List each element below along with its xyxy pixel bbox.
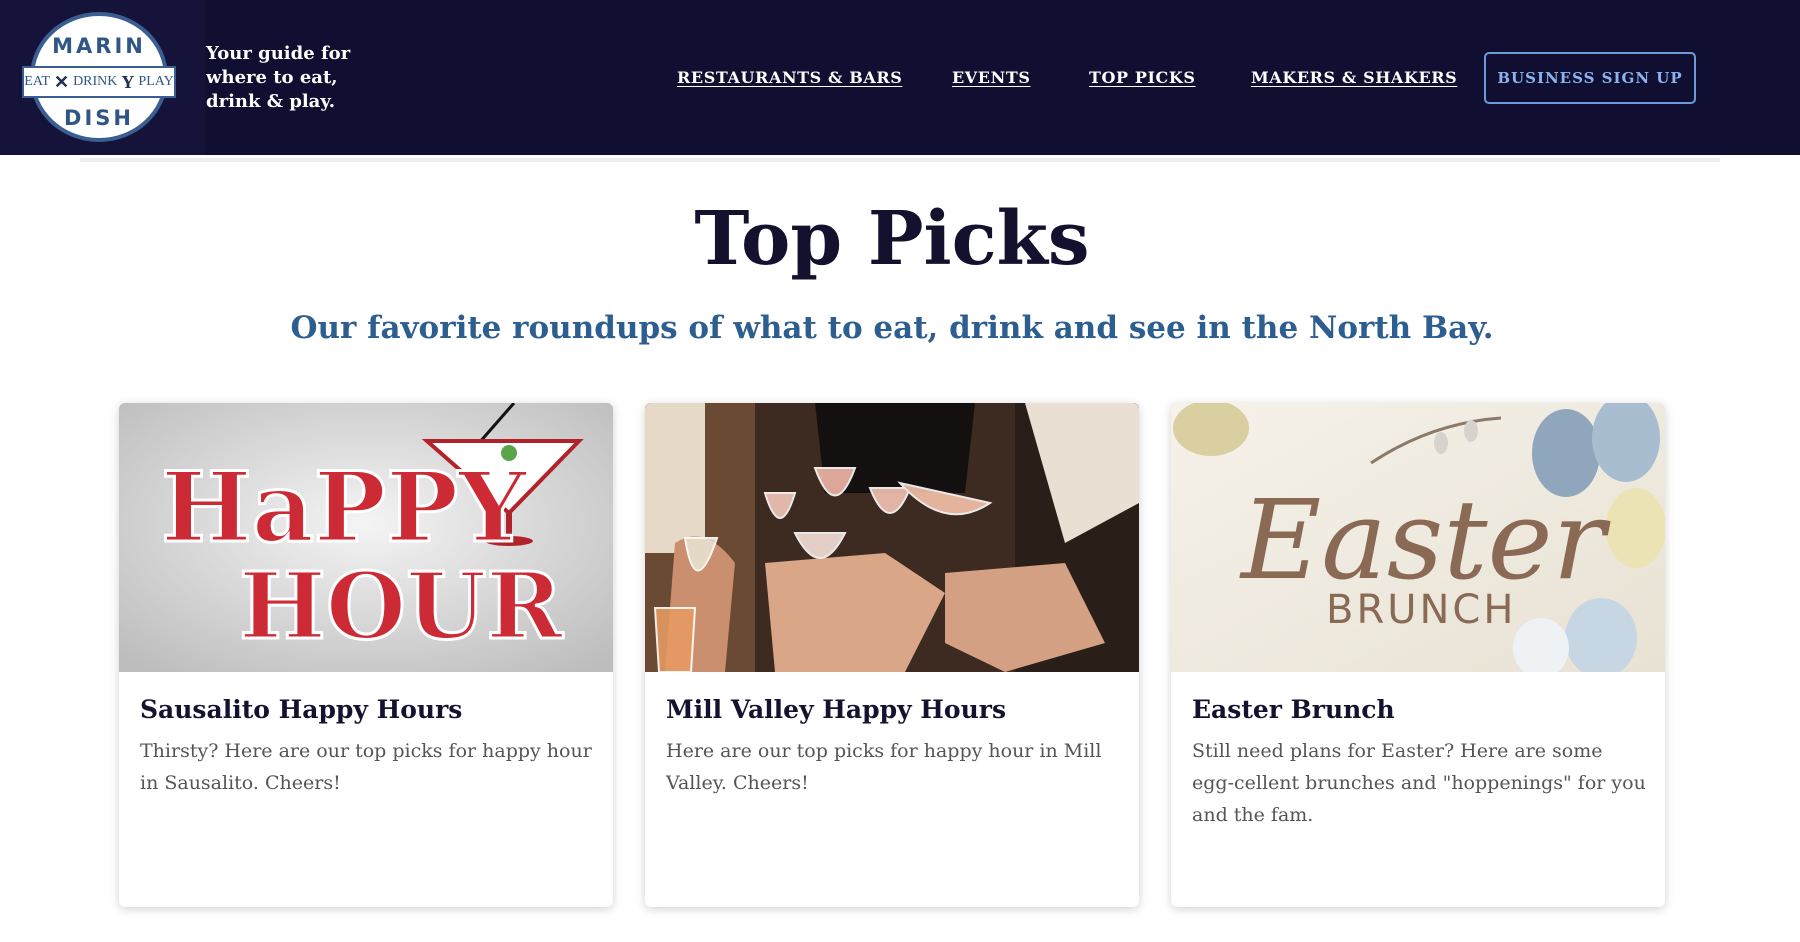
- card-title[interactable]: Easter Brunch: [1192, 695, 1395, 724]
- nav-events[interactable]: EVENTS: [952, 68, 1031, 87]
- card-description: Still need plans for Easter? Here are so…: [1192, 740, 1646, 826]
- site-header: MARIN EAT ✕ DRINK Y PLAY DISH Your guide…: [0, 0, 1800, 155]
- nav-makers-shakers[interactable]: MAKERS & SHAKERS: [1251, 68, 1457, 87]
- business-sign-up-button[interactable]: BUSINESS SIGN UP: [1484, 52, 1696, 104]
- header-divider: [80, 158, 1720, 162]
- card-title[interactable]: Mill Valley Happy Hours: [666, 695, 1006, 724]
- easter-brunch-image[interactable]: Easter BRUNCH: [1171, 403, 1665, 672]
- card-mill-valley-happy-hours[interactable]: Mill Valley Happy Hours Here are our top…: [645, 403, 1139, 907]
- toasting-glasses-image[interactable]: [645, 403, 1139, 672]
- card-title[interactable]: Sausalito Happy Hours: [140, 695, 462, 724]
- brunch-text: BRUNCH: [1326, 587, 1516, 633]
- hour-text: HOUR: [239, 552, 563, 660]
- card-description: Thirsty? Here are our top picks for happ…: [140, 740, 592, 794]
- page-subtitle: Our favorite roundups of what to eat, dr…: [290, 310, 1494, 346]
- happy-text: HaPPY: [161, 451, 528, 564]
- happy-hour-image[interactable]: HaPPY HOUR: [119, 403, 613, 672]
- nav-restaurants-bars[interactable]: RESTAURANTS & BARS: [677, 68, 902, 87]
- card-description: Here are our top picks for happy hour in…: [666, 740, 1102, 794]
- card-sausalito-happy-hours[interactable]: HaPPY HOUR Sausalito Happy Hours Thirsty…: [119, 403, 613, 907]
- page-title: Top Picks: [694, 196, 1090, 282]
- nav-top-picks[interactable]: TOP PICKS: [1089, 68, 1196, 87]
- card-easter-brunch[interactable]: Easter BRUNCH Easter Brunch Still need p…: [1171, 403, 1665, 907]
- easter-text: Easter: [1239, 476, 1612, 604]
